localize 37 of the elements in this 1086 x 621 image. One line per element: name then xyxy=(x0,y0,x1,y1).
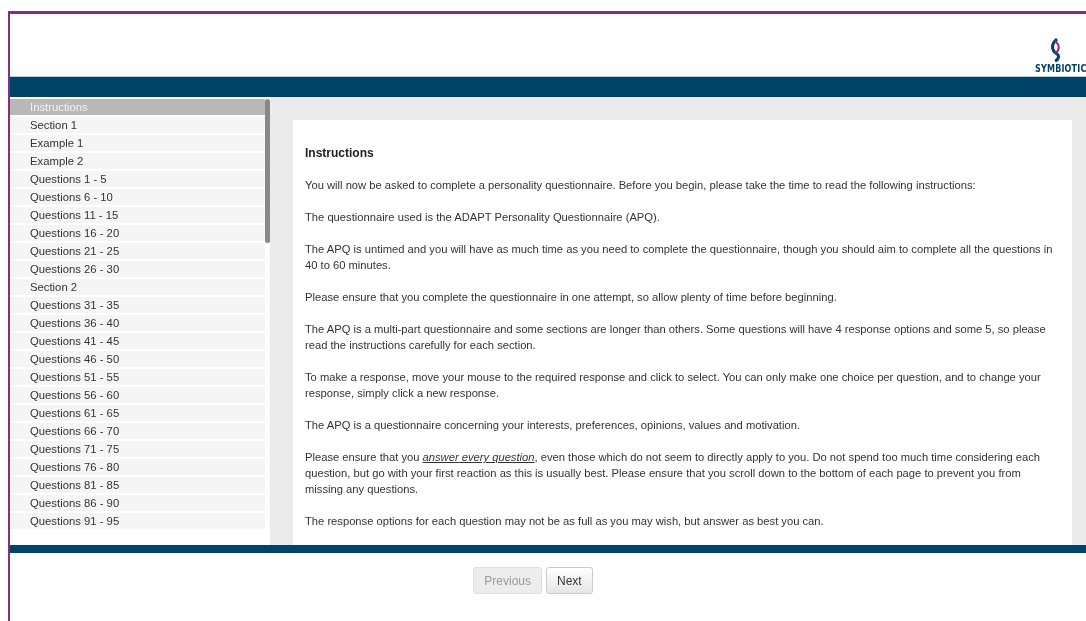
nav-button[interactable]: Next xyxy=(546,567,593,594)
instruction-paragraph: Please ensure that you complete the questionnaire in one attempt, so allow plenty of time before beginning. xyxy=(305,290,838,305)
sidebar-item[interactable]: Questions 76 - 80 xyxy=(10,459,265,475)
sidebar-item[interactable]: Questions 61 - 65 xyxy=(10,405,265,421)
logo-text: SYMBIOTIC xyxy=(1034,62,1086,74)
sidebar-item[interactable]: Example 1 xyxy=(10,135,265,151)
sidebar-item[interactable]: Questions 31 - 35 xyxy=(10,297,265,313)
sidebar-item[interactable]: Questions 26 - 30 xyxy=(10,261,265,277)
sidebar-item[interactable]: Questions 66 - 70 xyxy=(10,423,265,439)
sidebar-item[interactable]: Questions 41 - 45 xyxy=(10,333,265,349)
instructions-heading: Instructions xyxy=(305,145,375,161)
sidebar-item[interactable]: Questions 56 - 60 xyxy=(10,387,265,403)
sidebar-item[interactable]: Questions 71 - 75 xyxy=(10,441,265,457)
instruction-paragraph: The questionnaire used is the ADAPT Personality Questionnaire (APQ). xyxy=(305,210,661,225)
sidebar-item[interactable]: Questions 36 - 40 xyxy=(10,315,265,331)
sidebar-item[interactable]: Questions 11 - 15 xyxy=(10,207,265,223)
sidebar-item[interactable]: Questions 51 - 55 xyxy=(10,369,265,385)
instruction-paragraph: To make a response, move your mouse to the required response and click to select. You can only make one choice per question, and to change your response, simply click a new response. xyxy=(305,370,1042,401)
sidebar-item[interactable]: Questions 1 - 5 xyxy=(10,171,265,187)
instruction-paragraph: The APQ is a questionnaire concerning your interests, preferences, opinions, values and motivation. xyxy=(305,418,801,433)
instruction-paragraph: The APQ is a multi-part questionnaire and some sections are longer than others. Some questions will have 4 response options and some 5, so please read the instructions carefully for each section. xyxy=(305,322,1047,353)
instruction-paragraph: The APQ is untimed and you will have as much time as you need to complete the questionnaire, though you should aim to complete all the questions in 40 to 60 minutes. xyxy=(305,242,1054,273)
instruction-paragraph: You will now be asked to complete a personality questionnaire. Before you begin, please take the time to read the following instructions: xyxy=(305,178,977,193)
sidebar-item[interactable]: Questions 91 - 95 xyxy=(10,513,265,529)
sidebar-item[interactable]: Questions 16 - 20 xyxy=(10,225,265,241)
sidebar-item[interactable]: Questions 86 - 90 xyxy=(10,495,265,511)
sidebar-item[interactable]: Questions 21 - 25 xyxy=(10,243,265,259)
sidebar-item[interactable]: Questions 46 - 50 xyxy=(10,351,265,367)
scrollbar-thumb[interactable] xyxy=(265,99,270,243)
sidebar-item[interactable]: Questions 6 - 10 xyxy=(10,189,265,205)
helix-icon xyxy=(1048,38,1063,62)
sidebar-item[interactable]: Section 1 xyxy=(10,117,265,133)
instruction-paragraph: Please ensure that you answer every question, even those which do not seem to directly apply to you. Do not spend too much time considering each question, but go with your first reaction as this is usually best. Please ensure that you scroll down to the bottom of each page to prevent you from missing any questions. xyxy=(305,450,1042,497)
sidebar-item[interactable]: Section 2 xyxy=(10,279,265,295)
sidebar-item[interactable]: Questions 81 - 85 xyxy=(10,477,265,493)
instruction-paragraph: The response options for each question may not be as full as you may wish, but answer as best you can. xyxy=(305,514,825,529)
sidebar-item[interactable]: Example 2 xyxy=(10,153,265,169)
